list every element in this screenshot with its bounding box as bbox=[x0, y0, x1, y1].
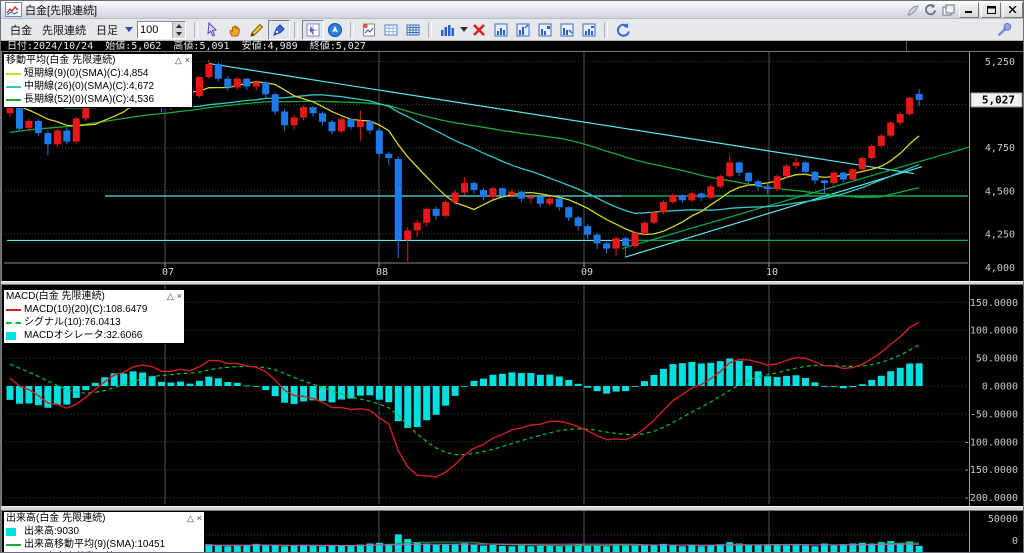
legend-swatch-icon bbox=[6, 99, 21, 101]
y-axis-label: 4,500 bbox=[985, 186, 1015, 197]
timeframe-dropdown[interactable]: 日足 bbox=[96, 22, 118, 38]
toolbar: 白金 先限連続 日足 bbox=[1, 19, 1024, 41]
macd-histogram bbox=[7, 358, 923, 427]
bars-count-input[interactable] bbox=[138, 22, 172, 38]
y-axis-label: 5,250 bbox=[985, 57, 1015, 68]
pen-icon[interactable] bbox=[268, 20, 290, 40]
spinner-arrows[interactable] bbox=[172, 22, 185, 38]
macd-line bbox=[10, 322, 919, 477]
legend-swatch-icon bbox=[6, 332, 16, 340]
panel-layout-2-icon[interactable] bbox=[512, 20, 534, 40]
legend-close-button[interactable]: × bbox=[197, 512, 202, 525]
new-chart-icon[interactable] bbox=[358, 20, 380, 40]
x-axis-month-label: 10 bbox=[766, 267, 778, 278]
navigate-icon[interactable] bbox=[324, 20, 346, 40]
macd-legend: MACD(白金 先限連続) △×MACD(10)(20)(C):108.6479シ… bbox=[3, 289, 185, 344]
delete-red-x-icon[interactable] bbox=[468, 20, 490, 40]
legend-swatch-icon bbox=[6, 309, 21, 311]
close-button[interactable] bbox=[1003, 2, 1023, 18]
histogram-icon[interactable] bbox=[436, 20, 458, 40]
y-axis-label: 4,750 bbox=[985, 143, 1015, 154]
legend-swatch-icon bbox=[6, 73, 21, 75]
legend-swatch-icon bbox=[6, 528, 16, 536]
y-axis-label: -50.0000 bbox=[970, 409, 1018, 420]
panel-layout-5-icon[interactable] bbox=[578, 20, 600, 40]
titlebar[interactable]: 白金[先限連続] bbox=[1, 1, 1024, 19]
histogram-caret-icon[interactable] bbox=[460, 27, 468, 32]
legend-title: 出来高(白金 先限連続) bbox=[6, 512, 105, 525]
legend-row: MACD(10)(20)(C):108.6479 bbox=[6, 303, 182, 316]
legend-row: 長期線(52)(0)(SMA)(C):4,536 bbox=[6, 93, 190, 106]
legend-row: MACDオシレータ:32.6066 bbox=[6, 329, 182, 342]
current-price-label: 5,027 bbox=[982, 94, 1015, 107]
legend-swatch-icon bbox=[6, 544, 21, 546]
reload-icon[interactable] bbox=[612, 20, 634, 40]
y-axis-label: 50.0000 bbox=[976, 354, 1018, 365]
legend-swatch-icon bbox=[6, 322, 21, 324]
y-axis-label: 100.0000 bbox=[970, 326, 1018, 337]
grid-icon[interactable] bbox=[380, 20, 402, 40]
x-axis-month-label: 08 bbox=[376, 267, 388, 278]
crosshair-box-icon[interactable] bbox=[302, 20, 324, 40]
window-title: 白金[先限連続] bbox=[25, 2, 97, 18]
legend-minimize-button[interactable]: △ bbox=[175, 54, 182, 67]
grid-dense-icon[interactable] bbox=[402, 20, 424, 40]
legend-minimize-button[interactable]: △ bbox=[167, 290, 174, 303]
app-chart-icon bbox=[5, 2, 22, 17]
copy-icon[interactable] bbox=[940, 3, 957, 17]
y-axis-label: 50000 bbox=[988, 514, 1018, 525]
chart-window: 白金[先限連続] 白金 先限連続 日足 bbox=[0, 0, 1024, 553]
y-axis-label: -100.0000 bbox=[964, 437, 1018, 448]
x-axis-month-label: 09 bbox=[581, 267, 593, 278]
y-axis-label: 4,000 bbox=[985, 263, 1015, 274]
y-axis-label: 4,250 bbox=[985, 229, 1015, 240]
ma-legend: 移動平均(白金 先限連続) △×短期線(9)(0)(SMA)(C):4,854中期… bbox=[3, 53, 193, 108]
maximize-button[interactable] bbox=[981, 2, 1001, 18]
legend-row: シグナル(10):76.0413 bbox=[6, 316, 182, 329]
series-label[interactable]: 先限連続 bbox=[42, 22, 86, 38]
y-axis-label: 0.0000 bbox=[982, 382, 1018, 393]
bars-count-stepper[interactable] bbox=[137, 21, 186, 39]
legend-close-button[interactable]: × bbox=[177, 290, 182, 303]
y-axis-label: 0 bbox=[1012, 536, 1018, 547]
pencil-icon[interactable] bbox=[246, 20, 268, 40]
y-axis-label: -150.0000 bbox=[964, 465, 1018, 476]
timeframe-caret-icon[interactable] bbox=[125, 27, 133, 32]
minimize-button[interactable] bbox=[959, 2, 979, 18]
legend-minimize-button[interactable]: △ bbox=[187, 512, 194, 525]
y-axis-label: 150.0000 bbox=[970, 298, 1018, 309]
hand-icon[interactable] bbox=[224, 20, 246, 40]
legend-swatch-icon bbox=[6, 86, 21, 88]
y-axis-label: -200.0000 bbox=[964, 493, 1018, 504]
global-refresh-icon[interactable] bbox=[922, 3, 939, 17]
symbol-label[interactable]: 白金 bbox=[10, 22, 32, 38]
panel-layout-1-icon[interactable] bbox=[490, 20, 512, 40]
legend-row: 出来高:9030 bbox=[6, 525, 202, 538]
x-axis-month-label: 07 bbox=[162, 267, 174, 278]
panel-layout-4-icon[interactable] bbox=[556, 20, 578, 40]
panel-layout-3-icon[interactable] bbox=[534, 20, 556, 40]
volume-legend: 出来高(白金 先限連続) △×出来高:9030出来高移動平均(9)(SMA):10… bbox=[3, 511, 205, 553]
feather-icon[interactable] bbox=[904, 3, 921, 17]
legend-title: 移動平均(白金 先限連続) bbox=[6, 54, 115, 67]
legend-close-button[interactable]: × bbox=[185, 54, 190, 67]
legend-title: MACD(白金 先限連続) bbox=[6, 290, 105, 303]
legend-row: 短期線(9)(0)(SMA)(C):4,854 bbox=[6, 67, 190, 80]
legend-row: 出来高移動平均(9)(SMA):10451 bbox=[6, 538, 202, 551]
wrench-icon[interactable] bbox=[993, 20, 1015, 40]
legend-row: 中期線(26)(0)(SMA)(C):4,672 bbox=[6, 80, 190, 93]
cursor-icon[interactable] bbox=[202, 20, 224, 40]
